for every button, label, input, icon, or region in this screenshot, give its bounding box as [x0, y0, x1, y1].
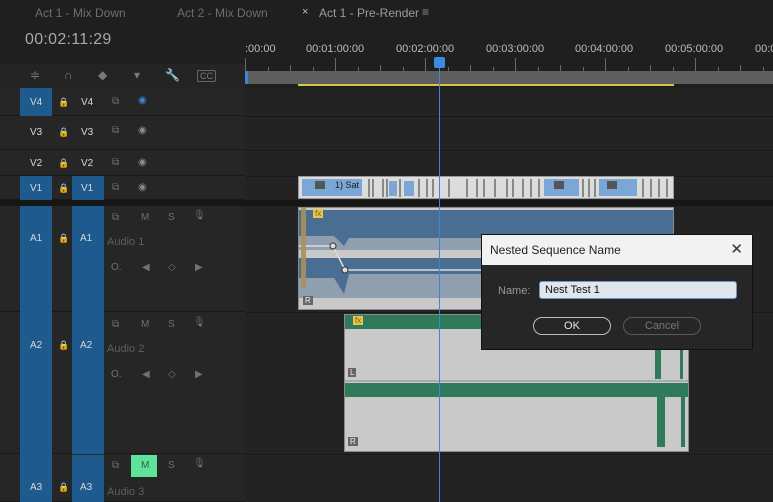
nested-sequence-dialog: Nested Sequence Name ✕ Name: OK Cancel	[481, 234, 753, 350]
eye-hidden-icon[interactable]: ◉	[138, 95, 147, 106]
track-name-audio1[interactable]: Audio 1	[107, 236, 144, 248]
mute-button[interactable]: M	[141, 212, 149, 223]
target-label-v2: V2	[81, 158, 94, 169]
wrench-icon[interactable]: 🔧	[165, 68, 180, 82]
video-clip-v1[interactable]: 1) Sat	[298, 176, 674, 199]
channel-l-badge: L	[348, 368, 357, 377]
captions-icon[interactable]: CC	[197, 70, 216, 82]
ruler-label: 00:05:00:00	[665, 43, 724, 55]
ruler-label: 00:04:00:00	[575, 43, 634, 55]
target-label-v3: V3	[81, 127, 94, 138]
source-label-a3: A3	[30, 482, 43, 493]
target-label-v1: V1	[81, 183, 94, 194]
channel-r-badge: R	[303, 296, 313, 305]
target-label-v4: V4	[81, 97, 94, 108]
dialog-titlebar: Nested Sequence Name ✕	[482, 235, 752, 265]
lock-icon[interactable]: 🔒	[58, 482, 69, 493]
add-keyframe-icon[interactable]: ◇	[168, 262, 176, 273]
lock-icon[interactable]: 🔒	[58, 340, 69, 351]
lock-icon[interactable]: 🔒	[58, 127, 69, 138]
link-icon[interactable]: ∩	[64, 68, 73, 82]
name-label: Name:	[498, 285, 531, 297]
microphone-icon[interactable]: 🎙	[193, 317, 206, 328]
playhead-handle[interactable]	[434, 57, 445, 68]
solo-button[interactable]: S	[168, 460, 175, 471]
sync-lock-icon[interactable]: ⧉	[112, 157, 119, 168]
target-label-a3: A3	[80, 482, 93, 493]
ruler-label: 00:03:00:00	[486, 43, 545, 55]
playhead-line[interactable]	[439, 60, 440, 502]
marker-icon[interactable]: ▾	[134, 68, 140, 82]
sequence-tab-bar: Act 1 - Mix Down Act 2 - Mix Down × Act …	[0, 0, 773, 26]
previous-keyframe-icon[interactable]: ◀	[142, 369, 150, 380]
sync-lock-icon[interactable]: ⧉	[112, 319, 119, 330]
sync-lock-icon[interactable]: ⧉	[112, 125, 119, 136]
source-label-v3: V3	[30, 127, 43, 138]
add-keyframe-icon[interactable]: ◇	[168, 369, 176, 380]
track-name-audio3[interactable]: Audio 3	[107, 486, 144, 498]
eye-icon[interactable]: ◉	[138, 125, 147, 136]
lock-icon[interactable]: 🔒	[58, 97, 69, 108]
eye-icon[interactable]: ◉	[138, 157, 147, 168]
sync-lock-icon[interactable]: ⧉	[112, 182, 119, 193]
next-keyframe-icon[interactable]: ▶	[195, 262, 203, 273]
sync-lock-icon[interactable]: ⧉	[112, 212, 119, 223]
lock-icon[interactable]: 🔒	[58, 158, 69, 169]
clip-label: 1) Sat	[335, 180, 360, 190]
ruler-ticks	[245, 58, 764, 71]
tab-act1-prerender[interactable]: Act 1 - Pre-Render	[319, 6, 419, 20]
sequence-name-input[interactable]	[539, 281, 737, 299]
solo-button[interactable]: S	[168, 212, 175, 223]
close-icon[interactable]: ✕	[730, 240, 743, 258]
ok-button[interactable]: OK	[533, 317, 611, 335]
track-separator	[245, 116, 773, 117]
microphone-icon[interactable]: 🎙	[193, 458, 206, 469]
mute-button[interactable]: M	[141, 319, 149, 330]
tab-act1-mixdown[interactable]: Act 1 - Mix Down	[35, 6, 126, 20]
close-icon[interactable]: ×	[302, 6, 308, 18]
menu-icon[interactable]: ≡	[422, 5, 429, 19]
source-label-a1: A1	[30, 233, 43, 244]
timeline-toolbar: ≑ ∩ ◆ ▾ 🔧 CC	[0, 64, 245, 88]
source-label-v1: V1	[30, 183, 43, 194]
render-bar	[298, 84, 674, 86]
work-area-start-marker[interactable]	[245, 71, 248, 84]
lock-icon[interactable]: 🔒	[58, 233, 69, 244]
snap-icon[interactable]: ≑	[30, 68, 40, 82]
tab-act2-mixdown[interactable]: Act 2 - Mix Down	[177, 6, 268, 20]
fx-badge: fx	[353, 316, 364, 325]
track-separator	[245, 454, 773, 455]
cancel-button[interactable]: Cancel	[623, 317, 701, 335]
sync-lock-icon[interactable]: ⧉	[112, 96, 119, 107]
playhead-timecode[interactable]: 00:02:11:29	[25, 31, 112, 49]
lock-icon[interactable]: 🔒	[58, 183, 69, 194]
track-separator	[245, 150, 773, 151]
source-label-v4: V4	[30, 97, 43, 108]
target-label-a1: A1	[80, 233, 93, 244]
mute-button-label: M	[141, 460, 150, 471]
ruler-label: 00:0	[755, 43, 773, 55]
microphone-icon[interactable]: 🎙	[193, 210, 206, 221]
work-area-bar[interactable]	[245, 71, 773, 84]
target-label-a2: A2	[80, 340, 93, 351]
previous-keyframe-icon[interactable]: ◀	[142, 262, 150, 273]
eye-icon[interactable]: ◉	[138, 182, 147, 193]
solo-button[interactable]: S	[168, 319, 175, 330]
next-keyframe-icon[interactable]: ▶	[195, 369, 203, 380]
ruler-label: :00:00	[245, 43, 276, 55]
source-label-v2: V2	[30, 158, 43, 169]
channel-r-badge: R	[348, 437, 358, 446]
target-toggle-a3[interactable]	[72, 455, 104, 502]
volume-knob[interactable]: O.	[111, 262, 122, 273]
source-label-a2: A2	[30, 340, 43, 351]
sync-lock-icon[interactable]: ⧉	[112, 460, 119, 471]
ruler-label: 00:01:00:00	[306, 43, 365, 55]
source-patch-audio[interactable]	[20, 206, 52, 502]
track-name-audio2[interactable]: Audio 2	[107, 343, 144, 355]
ruler-label: 00:02:00:00	[396, 43, 455, 55]
volume-knob[interactable]: O.	[111, 369, 122, 380]
fx-badge: fx	[313, 209, 324, 218]
marker-flag-icon[interactable]: ◆	[98, 68, 107, 82]
dialog-title: Nested Sequence Name	[490, 243, 621, 257]
